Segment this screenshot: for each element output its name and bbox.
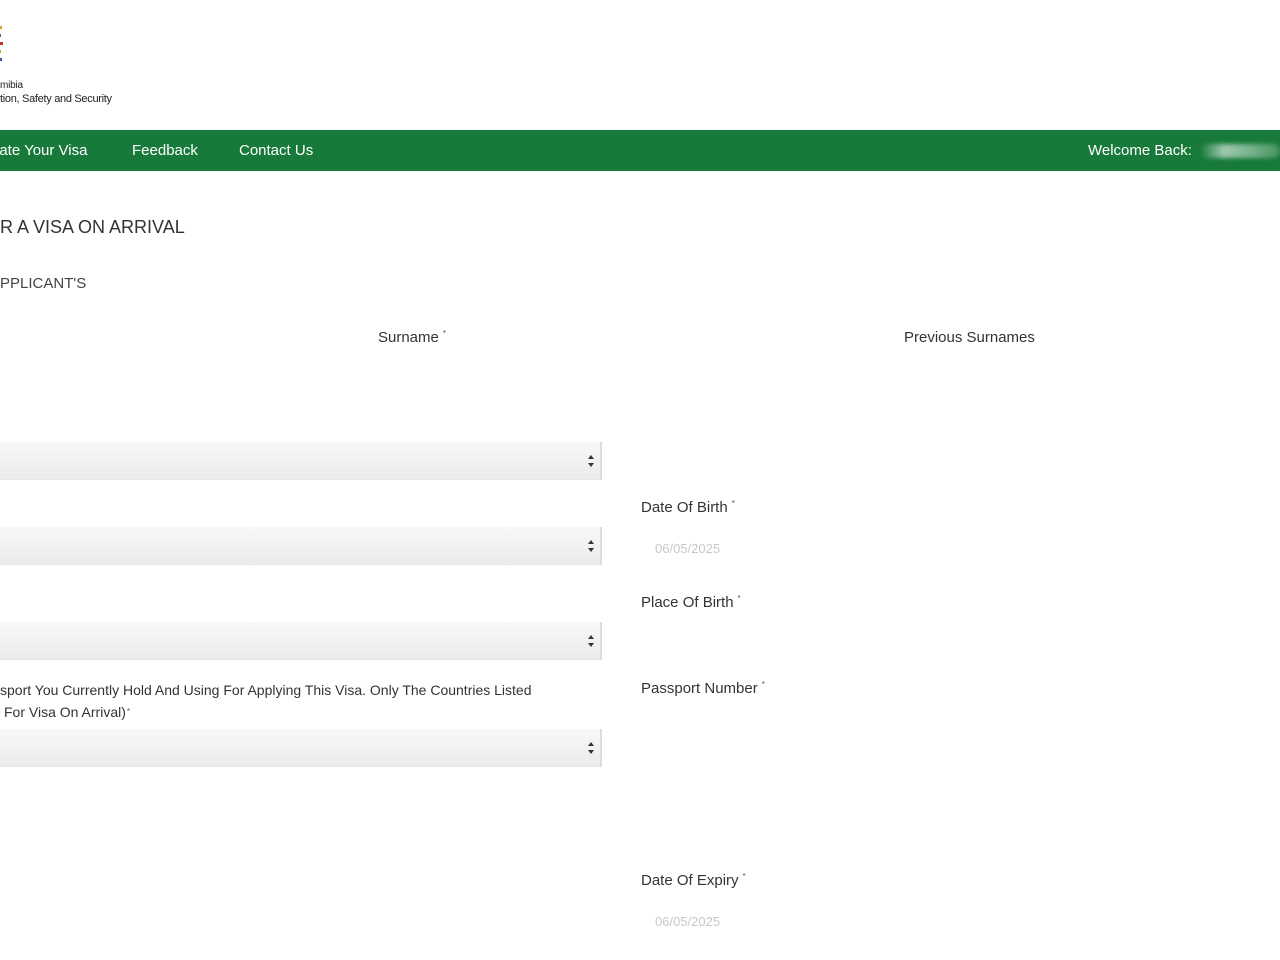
passport-country-label: sport You Currently Hold And Using For A… — [0, 682, 532, 720]
coat-of-arms-logo — [0, 26, 3, 61]
section-title: PPLICANT'S — [0, 275, 87, 292]
ministry-name-line2: tion, Safety and Security — [0, 93, 112, 105]
passport-country-select[interactable] — [0, 729, 602, 767]
welcome-text: Welcome Back: — [1088, 142, 1192, 159]
previous-surnames-label: Previous Surnames — [904, 329, 1035, 346]
surname-input[interactable] — [360, 362, 860, 394]
date-of-birth-input[interactable]: 06/05/2025 — [655, 541, 720, 556]
place-of-birth-label: Place Of Birth * — [641, 594, 741, 611]
date-of-expiry-label: Date Of Expiry * — [641, 872, 746, 889]
passport-number-input[interactable] — [641, 712, 1261, 744]
page-title: R A VISA ON ARRIVAL — [0, 217, 185, 237]
previous-surnames-input[interactable] — [880, 362, 1270, 394]
user-name-redacted — [1200, 144, 1280, 158]
date-of-expiry-input[interactable]: 06/05/2025 — [655, 914, 720, 929]
select-arrows-icon — [588, 635, 594, 647]
passport-number-label: Passport Number * — [641, 680, 765, 697]
nav-contact-us[interactable]: Contact Us — [239, 130, 313, 171]
nav-feedback[interactable]: Feedback — [132, 130, 198, 171]
select-arrows-icon — [588, 540, 594, 552]
surname-label: Surname * — [378, 329, 446, 346]
select-arrows-icon — [588, 742, 594, 754]
select-arrows-icon — [588, 455, 594, 467]
nav-validate-visa[interactable]: late Your Visa — [0, 130, 87, 171]
date-of-birth-label: Date Of Birth * — [641, 499, 735, 516]
place-of-birth-input[interactable] — [641, 628, 1261, 660]
select-dropdown-1[interactable] — [0, 442, 602, 480]
select-dropdown-2[interactable] — [0, 527, 602, 565]
ministry-name-line1: mibia — [0, 80, 23, 91]
main-navbar: late Your Visa Feedback Contact Us Welco… — [0, 130, 1280, 171]
select-dropdown-3[interactable] — [0, 622, 602, 660]
